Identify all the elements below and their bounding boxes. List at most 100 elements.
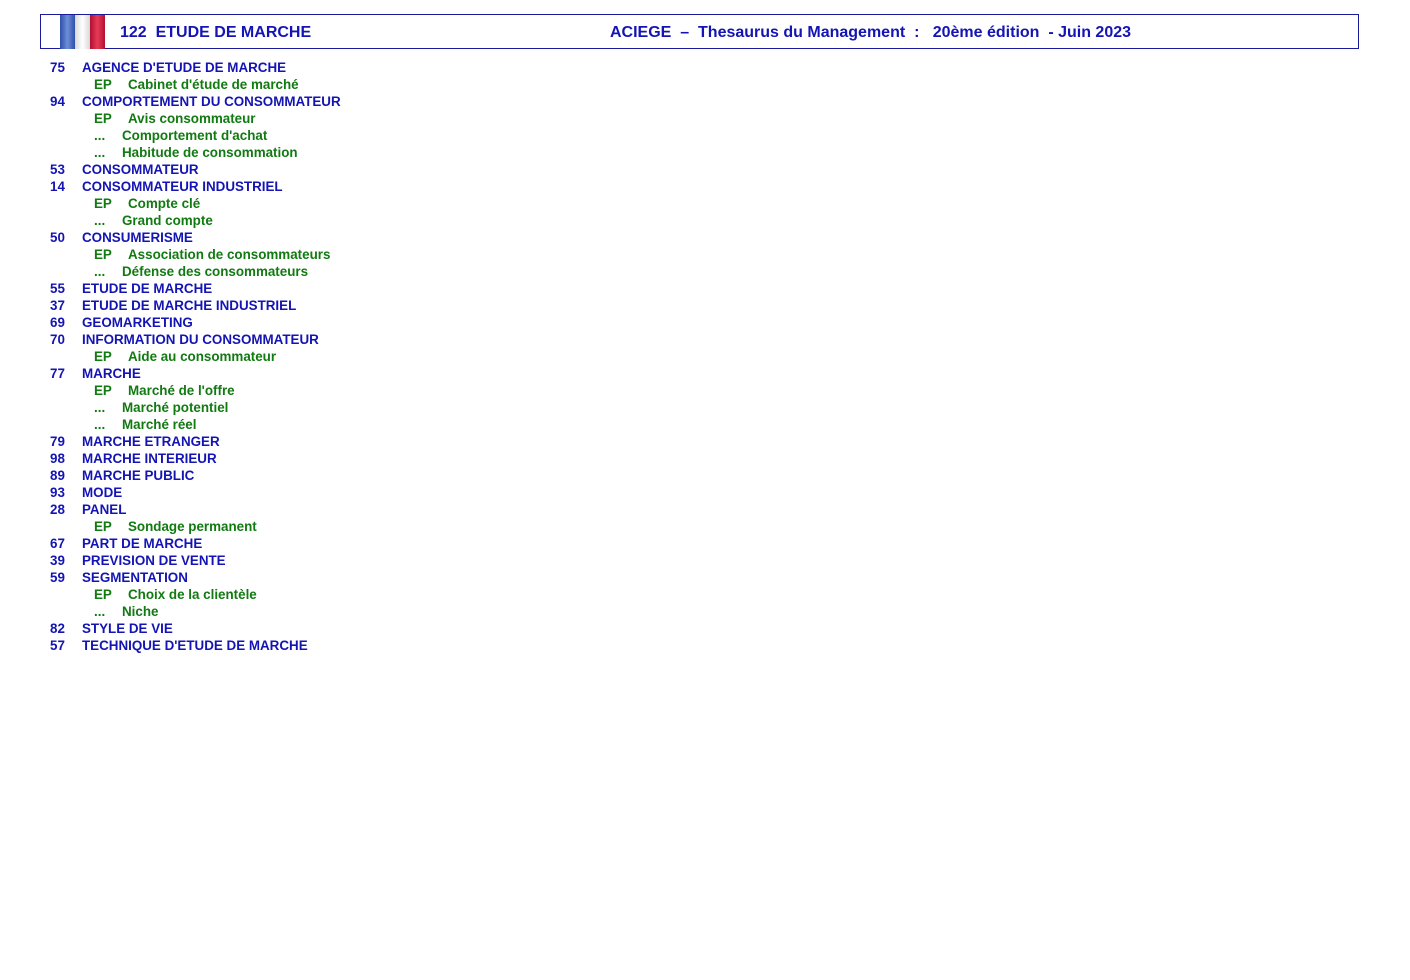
term-number: 50	[50, 230, 65, 245]
term-number: 82	[50, 621, 65, 636]
synonym-label[interactable]: Cabinet d'étude de marché	[128, 76, 299, 93]
related-term-row[interactable]: ... Marché réel	[0, 416, 700, 433]
term-number: 69	[50, 315, 65, 330]
term-number: 94	[50, 94, 65, 109]
term-row[interactable]: 55 ETUDE DE MARCHE	[0, 280, 700, 297]
related-term-row[interactable]: ... Habitude de consommation	[0, 144, 700, 161]
synonym-label[interactable]: Choix de la clientèle	[128, 586, 257, 603]
term-number: 14	[50, 179, 65, 194]
synonym-label[interactable]: Avis consommateur	[128, 110, 256, 127]
related-term-row[interactable]: ... Marché potentiel	[0, 399, 700, 416]
term-label[interactable]: PART DE MARCHE	[82, 535, 202, 552]
term-label[interactable]: INFORMATION DU CONSOMMATEUR	[82, 331, 319, 348]
term-row[interactable]: 37 ETUDE DE MARCHE INDUSTRIEL	[0, 297, 700, 314]
term-row[interactable]: 14 CONSOMMATEUR INDUSTRIEL	[0, 178, 700, 195]
term-label[interactable]: STYLE DE VIE	[82, 620, 173, 637]
ellipsis-marker: ...	[94, 145, 106, 160]
term-number: 53	[50, 162, 65, 177]
term-label[interactable]: TECHNIQUE D'ETUDE DE MARCHE	[82, 637, 308, 654]
related-term-label[interactable]: Niche	[122, 603, 158, 620]
term-number: 37	[50, 298, 65, 313]
term-label[interactable]: MARCHE INTERIEUR	[82, 450, 217, 467]
term-number: 39	[50, 553, 65, 568]
term-label[interactable]: ETUDE DE MARCHE	[82, 280, 212, 297]
synonym-row[interactable]: EP Sondage permanent	[0, 518, 700, 535]
term-row[interactable]: 75 AGENCE D'ETUDE DE MARCHE	[0, 59, 700, 76]
term-label[interactable]: MARCHE	[82, 365, 141, 382]
term-number: 77	[50, 366, 65, 381]
synonym-label[interactable]: Sondage permanent	[128, 518, 257, 535]
term-row[interactable]: 59 SEGMENTATION	[0, 569, 700, 586]
ep-marker: EP	[94, 519, 112, 534]
synonym-label[interactable]: Aide au consommateur	[128, 348, 276, 365]
term-number: 55	[50, 281, 65, 296]
french-flag-icon	[60, 15, 105, 49]
publication-title: ACIEGE – Thesaurus du Management : 20ème…	[610, 24, 1132, 41]
term-row[interactable]: 82 STYLE DE VIE	[0, 620, 700, 637]
term-list: 75 AGENCE D'ETUDE DE MARCHE EP Cabinet d'ét…	[0, 59, 700, 654]
term-row[interactable]: 28 PANEL	[0, 501, 700, 518]
ellipsis-marker: ...	[94, 128, 106, 143]
section-title: 122 ETUDE DE MARCHE	[120, 24, 312, 41]
term-row[interactable]: 77 MARCHE	[0, 365, 700, 382]
synonym-row[interactable]: EP Association de consommateurs	[0, 246, 700, 263]
term-row[interactable]: 89 MARCHE PUBLIC	[0, 467, 700, 484]
term-row[interactable]: 57 TECHNIQUE D'ETUDE DE MARCHE	[0, 637, 700, 654]
term-label[interactable]: MODE	[82, 484, 122, 501]
related-term-label[interactable]: Défense des consommateurs	[122, 263, 308, 280]
ellipsis-marker: ...	[94, 264, 106, 279]
term-row[interactable]: 94 COMPORTEMENT DU CONSOMMATEUR	[0, 93, 700, 110]
term-row[interactable]: 93 MODE	[0, 484, 700, 501]
term-label[interactable]: PANEL	[82, 501, 126, 518]
ellipsis-marker: ...	[94, 417, 106, 432]
term-label[interactable]: PREVISION DE VENTE	[82, 552, 226, 569]
term-row[interactable]: 79 MARCHE ETRANGER	[0, 433, 700, 450]
synonym-label[interactable]: Association de consommateurs	[128, 246, 330, 263]
related-term-label[interactable]: Comportement d'achat	[122, 127, 267, 144]
synonym-row[interactable]: EP Avis consommateur	[0, 110, 700, 127]
term-row[interactable]: 50 CONSUMERISME	[0, 229, 700, 246]
synonym-row[interactable]: EP Aide au consommateur	[0, 348, 700, 365]
synonym-label[interactable]: Compte clé	[128, 195, 200, 212]
ellipsis-marker: ...	[94, 604, 106, 619]
term-label[interactable]: GEOMARKETING	[82, 314, 193, 331]
term-row[interactable]: 53 CONSOMMATEUR	[0, 161, 700, 178]
related-term-row[interactable]: ... Grand compte	[0, 212, 700, 229]
related-term-label[interactable]: Marché potentiel	[122, 399, 228, 416]
term-number: 98	[50, 451, 65, 466]
synonym-row[interactable]: EP Marché de l'offre	[0, 382, 700, 399]
ellipsis-marker: ...	[94, 400, 106, 415]
synonym-row[interactable]: EP Choix de la clientèle	[0, 586, 700, 603]
related-term-label[interactable]: Grand compte	[122, 212, 213, 229]
related-term-label[interactable]: Habitude de consommation	[122, 144, 298, 161]
related-term-row[interactable]: ... Défense des consommateurs	[0, 263, 700, 280]
term-row[interactable]: 98 MARCHE INTERIEUR	[0, 450, 700, 467]
term-row[interactable]: 39 PREVISION DE VENTE	[0, 552, 700, 569]
term-label[interactable]: CONSOMMATEUR	[82, 161, 199, 178]
ep-marker: EP	[94, 349, 112, 364]
term-label[interactable]: COMPORTEMENT DU CONSOMMATEUR	[82, 93, 341, 110]
ep-marker: EP	[94, 247, 112, 262]
term-label[interactable]: ETUDE DE MARCHE INDUSTRIEL	[82, 297, 296, 314]
term-number: 28	[50, 502, 65, 517]
synonym-row[interactable]: EP Cabinet d'étude de marché	[0, 76, 700, 93]
term-number: 89	[50, 468, 65, 483]
related-term-row[interactable]: ... Comportement d'achat	[0, 127, 700, 144]
term-label[interactable]: CONSUMERISME	[82, 229, 193, 246]
ep-marker: EP	[94, 196, 112, 211]
term-label[interactable]: AGENCE D'ETUDE DE MARCHE	[82, 59, 286, 76]
synonym-row[interactable]: EP Compte clé	[0, 195, 700, 212]
page-header: 122 ETUDE DE MARCHE ACIEGE – Thesaurus d…	[40, 14, 1359, 49]
term-number: 57	[50, 638, 65, 653]
related-term-label[interactable]: Marché réel	[122, 416, 196, 433]
term-label[interactable]: MARCHE ETRANGER	[82, 433, 220, 450]
term-label[interactable]: CONSOMMATEUR INDUSTRIEL	[82, 178, 283, 195]
term-label[interactable]: SEGMENTATION	[82, 569, 188, 586]
term-row[interactable]: 69 GEOMARKETING	[0, 314, 700, 331]
synonym-label[interactable]: Marché de l'offre	[128, 382, 235, 399]
term-number: 59	[50, 570, 65, 585]
term-row[interactable]: 67 PART DE MARCHE	[0, 535, 700, 552]
term-label[interactable]: MARCHE PUBLIC	[82, 467, 194, 484]
term-row[interactable]: 70 INFORMATION DU CONSOMMATEUR	[0, 331, 700, 348]
related-term-row[interactable]: ... Niche	[0, 603, 700, 620]
